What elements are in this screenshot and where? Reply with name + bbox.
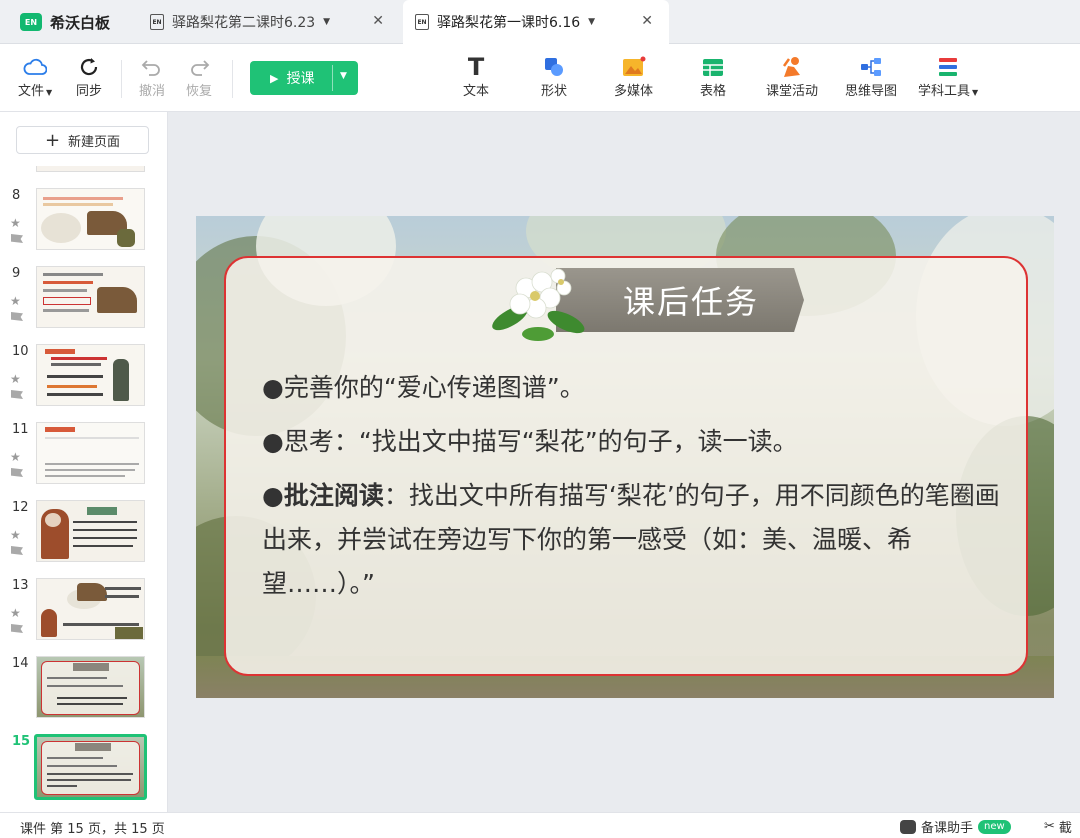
slide-number: 13 [12, 578, 29, 593]
slide-number: 14 [12, 656, 29, 671]
star-icon[interactable]: ★ [10, 372, 21, 386]
app-name: 希沃白板 [50, 13, 111, 32]
status-bar: 课件 第 15 页，共 15 页 备课助手 new ✂ 截 [0, 812, 1080, 838]
new-page-button[interactable]: + 新建页面 [16, 126, 149, 154]
slide-number: 10 [12, 344, 29, 359]
media-tool-button[interactable]: 多媒体 [614, 54, 653, 99]
image-icon [622, 54, 646, 80]
chevron-down-icon[interactable]: ▼ [588, 17, 595, 27]
sync-button[interactable]: 同步 [76, 54, 102, 99]
text-icon: T [467, 53, 485, 81]
chevron-down-icon[interactable]: ▼ [323, 17, 330, 27]
slide-thumbnail[interactable] [36, 578, 145, 640]
teach-button[interactable]: ▶ 授课 ▼ [250, 61, 358, 95]
slide-row[interactable]: 10 ★ [0, 344, 168, 408]
document-icon: EN [415, 14, 429, 30]
slide-canvas[interactable]: 课后任务 ●完善你的“爱心传递图谱”。 ●思考：“找出文中描写“梨花”的句子，读… [168, 112, 1080, 812]
table-tool-button[interactable]: 表格 [700, 54, 726, 99]
slide-thumbnail[interactable] [36, 344, 145, 406]
flag-icon[interactable] [11, 234, 23, 243]
undo-icon [141, 54, 163, 80]
text-tool-button[interactable]: T 文本 [463, 53, 489, 99]
slide-row[interactable]: 11 ★ [0, 422, 168, 486]
slide-title[interactable]: 课后任务 [556, 268, 804, 332]
cloud-icon [23, 54, 48, 80]
slide-thumbnail-partial[interactable] [36, 166, 145, 172]
undo-button[interactable]: 撤消 [139, 54, 165, 99]
slide-row-active[interactable]: 15 [0, 734, 168, 800]
tab-label: 驿路梨花第二课时6.23 [172, 15, 316, 31]
slide-row[interactable]: 12 ★ [0, 500, 168, 564]
current-slide[interactable]: 课后任务 ●完善你的“爱心传递图谱”。 ●思考：“找出文中描写“梨花”的句子，读… [196, 216, 1054, 698]
document-icon: EN [150, 14, 164, 30]
slide-row[interactable]: 9 ★ [0, 266, 168, 330]
flag-icon[interactable] [11, 546, 23, 555]
slide-thumbnail[interactable] [36, 422, 145, 484]
scissors-icon: ✂ [1044, 819, 1055, 834]
toolbar: 文件 ▼ 同步 撤消 恢复 ▶ 授课 ▼ T 文本 形状 多媒体 表格 课堂活动… [0, 44, 1080, 112]
new-badge: new [978, 819, 1011, 834]
app-logo-icon: EN [20, 13, 42, 31]
title-banner: 课后任务 [556, 268, 804, 332]
toolbar-divider [232, 60, 233, 98]
robot-icon [900, 819, 916, 834]
table-icon [701, 54, 725, 80]
file-button[interactable]: 文件 ▼ [18, 54, 52, 99]
flag-icon[interactable] [11, 624, 23, 633]
subject-tools-icon [937, 54, 959, 80]
tab-label: 驿路梨花第一课时6.16 [437, 15, 581, 31]
tab-document-1[interactable]: EN 驿路梨花第一课时6.16 ▼ ✕ [403, 0, 669, 44]
sync-icon [78, 54, 100, 80]
slide-row[interactable]: 8 ★ [0, 188, 168, 252]
slide-number: 11 [12, 422, 29, 437]
mindmap-tool-button[interactable]: 思维导图 [845, 54, 897, 99]
slide-thumbnail[interactable] [34, 734, 147, 800]
lesson-assistant-button[interactable]: 备课助手 new [900, 817, 1011, 836]
slide-thumbnail[interactable] [36, 500, 145, 562]
subject-tools-button[interactable]: 学科工具 ▼ [918, 54, 978, 99]
screenshot-button[interactable]: ✂ 截 [1044, 817, 1072, 836]
redo-icon [188, 54, 210, 80]
flag-icon[interactable] [11, 390, 23, 399]
shape-icon [542, 54, 566, 80]
slide-number: 15 [12, 734, 31, 749]
bullet-text[interactable]: ●完善你的“爱心传递图谱”。 [262, 366, 1012, 410]
play-icon: ▶ [270, 71, 279, 85]
slide-thumbnail[interactable] [36, 656, 145, 718]
close-icon[interactable]: ✕ [372, 13, 384, 29]
toolbar-divider [121, 60, 122, 98]
star-icon[interactable]: ★ [10, 450, 21, 464]
bullet-bold-label: ●批注阅读 [262, 481, 384, 510]
flag-icon[interactable] [11, 312, 23, 321]
content-card[interactable]: 课后任务 ●完善你的“爱心传递图谱”。 ●思考：“找出文中描写“梨花”的句子，读… [224, 256, 1028, 676]
slide-row[interactable]: 13 ★ [0, 578, 168, 642]
page-status: 课件 第 15 页，共 15 页 [20, 822, 165, 837]
star-icon[interactable]: ★ [10, 216, 21, 230]
redo-button[interactable]: 恢复 [186, 54, 212, 99]
mindmap-icon [859, 54, 883, 80]
close-icon[interactable]: ✕ [641, 13, 653, 29]
slide-number: 8 [12, 188, 21, 203]
star-icon[interactable]: ★ [10, 528, 21, 542]
activity-tool-button[interactable]: 课堂活动 [766, 54, 818, 99]
star-icon[interactable]: ★ [10, 606, 21, 620]
slide-row[interactable]: 14 [0, 656, 168, 720]
slide-thumbnail[interactable] [36, 266, 145, 328]
slide-number: 9 [12, 266, 21, 281]
activity-icon [780, 54, 804, 80]
tab-document-2[interactable]: EN 驿路梨花第二课时6.23 ▼ ✕ [138, 0, 400, 44]
bullet-text[interactable]: ●思考：“找出文中描写“梨花”的句子，读一读。 [262, 420, 1012, 464]
slide-number: 12 [12, 500, 29, 515]
slide-thumbnail[interactable] [36, 188, 145, 250]
bullet-text[interactable]: ●批注阅读：找出文中所有描写‘梨花’的句子，用不同颜色的笔圈画出来，并尝试在旁边… [262, 474, 1012, 606]
star-icon[interactable]: ★ [10, 294, 21, 308]
slide-thumbnail-panel: + 新建页面 8 ★ 9 ★ 10 ★ 11 ★ 12 ★ 13 ★ 14 15 [0, 112, 168, 812]
shape-tool-button[interactable]: 形状 [541, 54, 567, 99]
flag-icon[interactable] [11, 468, 23, 477]
tab-bar: EN 希沃白板 EN 驿路梨花第二课时6.23 ▼ ✕ EN 驿路梨花第一课时6… [0, 0, 1080, 44]
plus-icon: + [44, 129, 61, 151]
chevron-down-icon[interactable]: ▼ [340, 71, 347, 81]
pear-blossom-icon [492, 268, 585, 341]
app-title: EN 希沃白板 [0, 0, 138, 44]
